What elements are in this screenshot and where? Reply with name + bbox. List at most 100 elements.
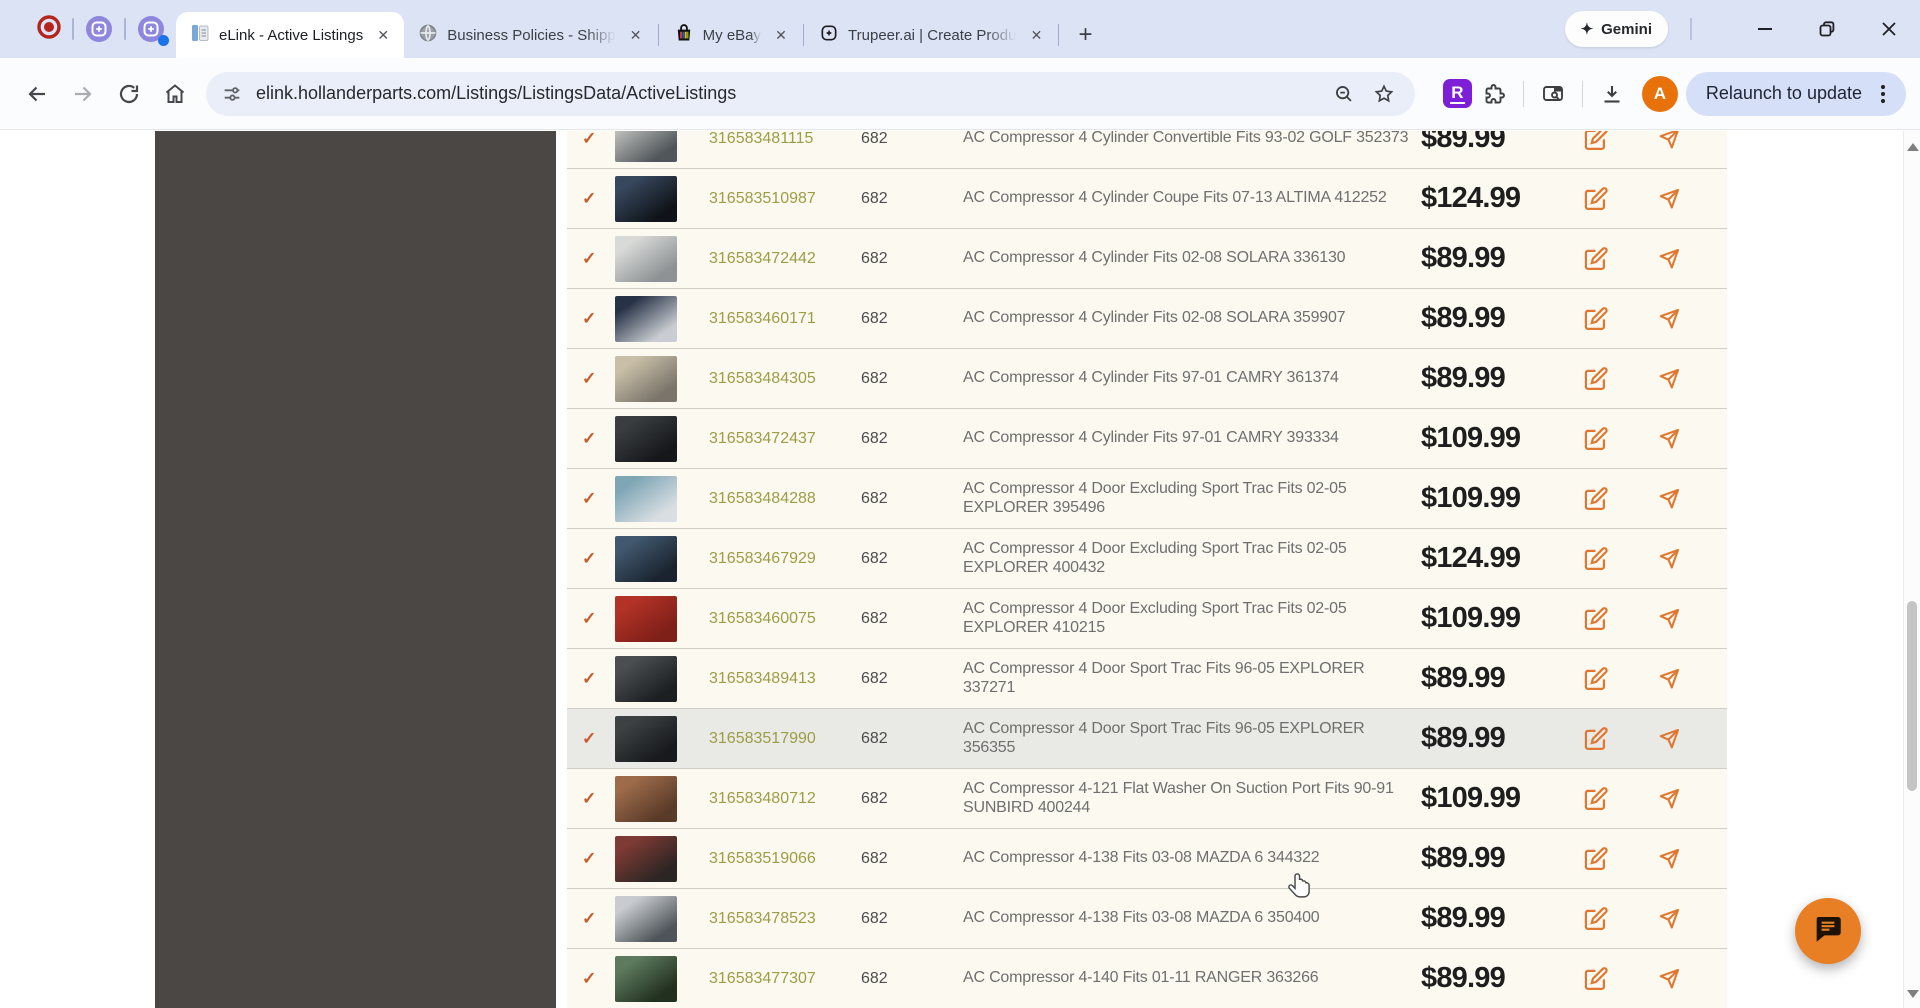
listing-thumbnail[interactable] [615, 235, 709, 282]
forward-button[interactable] [60, 71, 106, 117]
listing-thumbnail[interactable] [615, 715, 709, 762]
edit-listing-icon[interactable] [1581, 904, 1611, 934]
edit-listing-icon[interactable] [1581, 244, 1611, 274]
listing-id-link[interactable]: 316583519066 [709, 850, 861, 868]
gemini-button[interactable]: ✦ Gemini [1564, 11, 1668, 47]
listing-thumbnail[interactable] [615, 595, 709, 642]
listing-id-link[interactable]: 316583472442 [709, 250, 861, 268]
listing-id-link[interactable]: 316583467929 [709, 550, 861, 568]
listing-thumbnail[interactable] [615, 415, 709, 462]
listing-thumbnail[interactable] [615, 475, 709, 522]
edit-listing-icon[interactable] [1581, 184, 1611, 214]
table-row[interactable]: ✓ 316583489413 682 AC Compressor 4 Door Spo… [567, 649, 1727, 709]
share-listing-icon[interactable] [1654, 131, 1684, 154]
edit-listing-icon[interactable] [1581, 484, 1611, 514]
listing-thumbnail[interactable] [615, 295, 709, 342]
close-tab-icon[interactable]: ✕ [770, 24, 792, 46]
listing-id-link[interactable]: 316583510987 [709, 190, 861, 208]
table-row[interactable]: ✓ 316583484288 682 AC Compressor 4 Door Exc… [567, 469, 1727, 529]
listing-id-link[interactable]: 316583489413 [709, 670, 861, 688]
share-listing-icon[interactable] [1654, 964, 1684, 994]
back-button[interactable] [14, 71, 60, 117]
listing-thumbnail[interactable] [615, 131, 709, 162]
table-row[interactable]: ✓ 316583460075 682 AC Compressor 4 Door Exc… [567, 589, 1727, 649]
listing-id-link[interactable]: 316583477307 [709, 970, 861, 988]
listing-id-link[interactable]: 316583460075 [709, 610, 861, 628]
close-tab-icon[interactable]: ✕ [1025, 24, 1047, 46]
share-listing-icon[interactable] [1654, 664, 1684, 694]
listing-id-link[interactable]: 316583460171 [709, 310, 861, 328]
edit-listing-icon[interactable] [1581, 964, 1611, 994]
address-bar[interactable]: elink.hollanderparts.com/Listings/Listin… [206, 71, 1415, 116]
share-listing-icon[interactable] [1654, 604, 1684, 634]
scroll-down-arrow-icon[interactable] [1907, 990, 1919, 998]
listing-thumbnail[interactable] [615, 655, 709, 702]
table-row[interactable]: ✓ 316583472442 682 AC Compressor 4 Cylinder… [567, 229, 1727, 289]
scroll-up-arrow-icon[interactable] [1907, 143, 1919, 151]
share-listing-icon[interactable] [1654, 244, 1684, 274]
table-row[interactable]: ✓ 316583480712 682 AC Compressor 4-121 Flat… [567, 769, 1727, 829]
table-row[interactable]: ✓ 316583467929 682 AC Compressor 4 Door Exc… [567, 529, 1727, 589]
share-listing-icon[interactable] [1654, 184, 1684, 214]
table-row[interactable]: ✓ 316583477307 682 AC Compressor 4-140 Fits… [567, 949, 1727, 1008]
maximize-button[interactable] [1796, 0, 1858, 58]
new-tab-button[interactable]: + [1068, 18, 1102, 52]
table-row[interactable]: ✓ 316583517990 682 AC Compressor 4 Door Spo… [567, 709, 1727, 769]
relaunch-to-update-button[interactable]: Relaunch to update [1685, 71, 1906, 116]
listing-thumbnail[interactable] [615, 955, 709, 1002]
table-row[interactable]: ✓ 316583519066 682 AC Compressor 4-138 Fits… [567, 829, 1727, 889]
tab-my-ebay[interactable]: My eBay ✕ [660, 12, 802, 58]
edit-listing-icon[interactable] [1581, 131, 1611, 154]
edit-listing-icon[interactable] [1581, 724, 1611, 754]
close-tab-icon[interactable]: ✕ [625, 24, 647, 46]
share-listing-icon[interactable] [1654, 364, 1684, 394]
table-row[interactable]: ✓ 316583472437 682 AC Compressor 4 Cylinder… [567, 409, 1727, 469]
url-text[interactable]: elink.hollanderparts.com/Listings/Listin… [256, 83, 1321, 104]
side-panel-search-icon[interactable] [1536, 77, 1570, 111]
listing-id-link[interactable]: 316583472437 [709, 430, 861, 448]
zoom-out-icon[interactable] [1327, 77, 1361, 111]
listing-id-link[interactable]: 316583480712 [709, 790, 861, 808]
close-tab-icon[interactable]: ✕ [372, 24, 394, 46]
listing-id-link[interactable]: 316583484305 [709, 370, 861, 388]
scrollbar-thumb[interactable] [1907, 601, 1917, 791]
share-listing-icon[interactable] [1654, 544, 1684, 574]
edit-listing-icon[interactable] [1581, 604, 1611, 634]
extension-notification-icon[interactable] [136, 14, 169, 46]
listing-thumbnail[interactable] [615, 535, 709, 582]
minimize-button[interactable] [1734, 0, 1796, 58]
listing-id-link[interactable]: 316583478523 [709, 910, 861, 928]
edit-listing-icon[interactable] [1581, 664, 1611, 694]
edit-listing-icon[interactable] [1581, 544, 1611, 574]
table-row[interactable]: ✓ 316583510987 682 AC Compressor 4 Cylinder… [567, 169, 1727, 229]
profile-avatar[interactable]: A [1641, 75, 1678, 112]
edit-listing-icon[interactable] [1581, 304, 1611, 334]
share-listing-icon[interactable] [1654, 844, 1684, 874]
edit-listing-icon[interactable] [1581, 364, 1611, 394]
listing-thumbnail[interactable] [615, 835, 709, 882]
share-listing-icon[interactable] [1654, 784, 1684, 814]
page-scrollbar[interactable] [1903, 131, 1920, 1008]
share-listing-icon[interactable] [1654, 424, 1684, 454]
record-icon[interactable] [36, 14, 62, 45]
tab-business-policies[interactable]: Business Policies - Shipp ✕ [404, 12, 656, 58]
edit-listing-icon[interactable] [1581, 844, 1611, 874]
share-listing-icon[interactable] [1654, 724, 1684, 754]
edit-listing-icon[interactable] [1581, 784, 1611, 814]
listing-thumbnail[interactable] [615, 895, 709, 942]
share-listing-icon[interactable] [1654, 304, 1684, 334]
close-window-button[interactable] [1858, 0, 1920, 58]
site-settings-icon[interactable] [214, 76, 250, 112]
table-row[interactable]: ✓ 316583481115 682 AC Compressor 4 Cylinder… [567, 131, 1727, 169]
bookmark-star-icon[interactable] [1367, 77, 1401, 111]
tab-trupeer[interactable]: Trupeer.ai | Create Produ ✕ [805, 12, 1057, 58]
chat-widget-button[interactable] [1795, 898, 1861, 964]
table-row[interactable]: ✓ 316583460171 682 AC Compressor 4 Cylinder… [567, 289, 1727, 349]
extension-icon[interactable] [84, 14, 114, 44]
listing-id-link[interactable]: 316583517990 [709, 730, 861, 748]
reload-button[interactable] [106, 71, 152, 117]
listing-id-link[interactable]: 316583481115 [709, 131, 861, 148]
listing-thumbnail[interactable] [615, 775, 709, 822]
listing-thumbnail[interactable] [615, 175, 709, 222]
listing-id-link[interactable]: 316583484288 [709, 490, 861, 508]
